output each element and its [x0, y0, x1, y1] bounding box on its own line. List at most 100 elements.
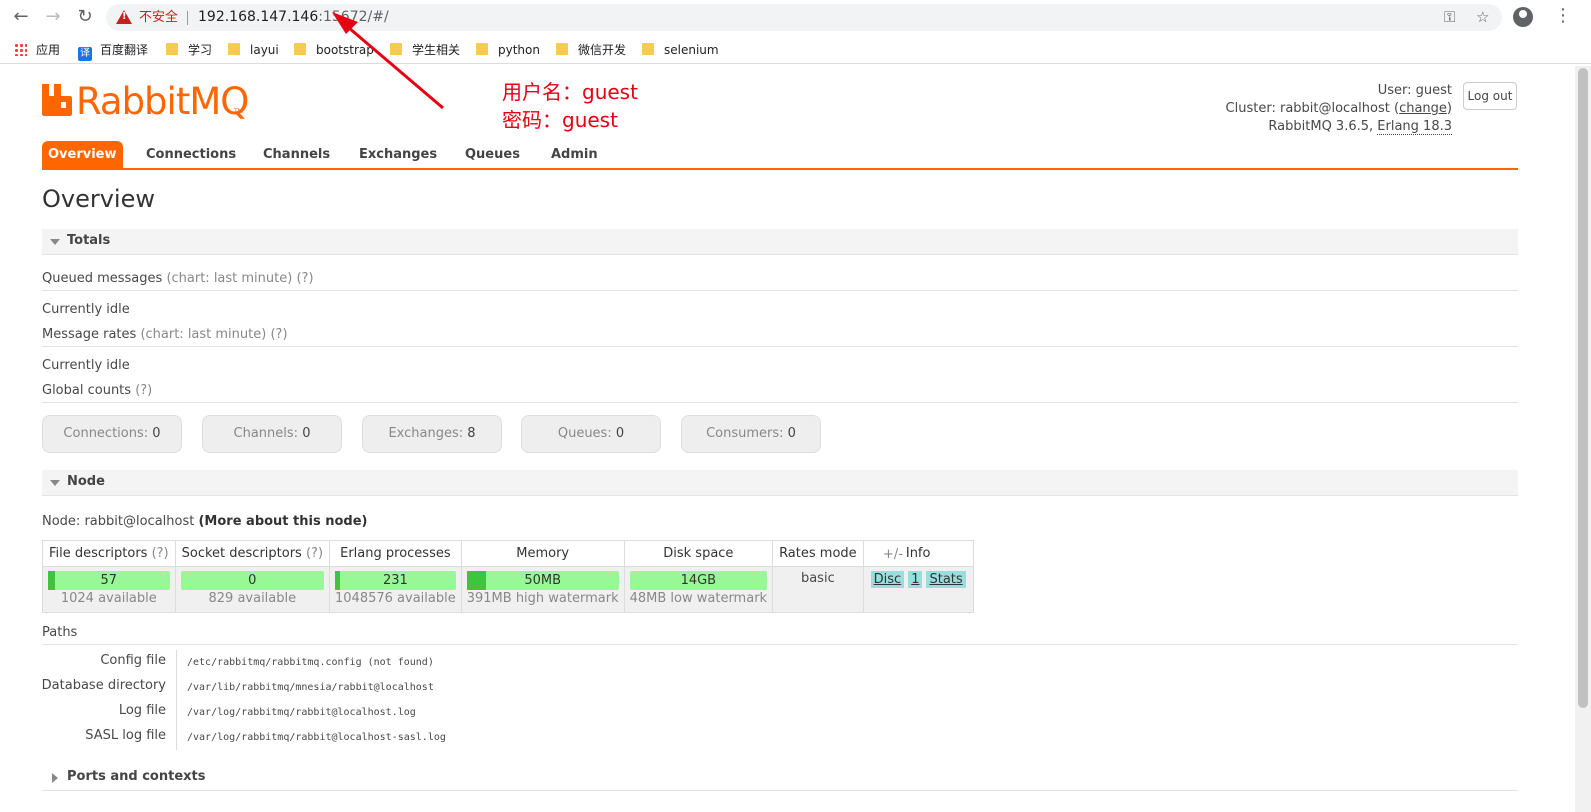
memory-cell: 50MB 391MB high watermark: [460, 566, 625, 613]
star-icon[interactable]: ☆: [1476, 4, 1489, 31]
path-value: /var/log/rabbitmq/rabbit@localhost-sasl.…: [176, 725, 446, 750]
logo-text: RabbitMQ: [76, 80, 249, 123]
queued-idle-text: Currently idle: [42, 302, 130, 317]
count-connections-button[interactable]: Connections: 0: [42, 415, 182, 453]
change-cluster-link[interactable]: change: [1399, 101, 1447, 116]
bar-fill: [466, 571, 487, 590]
menu-kebab-icon[interactable]: ⋮: [1554, 5, 1572, 26]
bookmark-label: 应用: [36, 43, 61, 57]
forward-arrow-icon[interactable]: →: [42, 6, 64, 28]
browser-toolbar: ← → ↻ 不安全 192.168.147.146:15672/#/ ⚿ ☆ ⋮: [0, 0, 1591, 34]
count-value: 8: [467, 426, 476, 441]
rabbitmq-page: RabbitMQ TM 用户名：guest 密码：guest User: gue…: [0, 12, 1575, 812]
collapse-triangle-icon: [50, 239, 60, 245]
collapse-triangle-icon: [50, 480, 60, 486]
count-channels-button[interactable]: Channels: 0: [202, 415, 342, 453]
url-host: 192.168.147.146: [198, 9, 319, 25]
help-link[interactable]: (?): [152, 546, 169, 561]
col-rates-mode: Rates mode: [772, 540, 864, 567]
global-counts-heading: Global counts (?): [42, 383, 1518, 403]
address-bar[interactable]: 不安全 192.168.147.146:15672/#/ ⚿ ☆: [106, 4, 1502, 31]
col-erlang-processes: Erlang processes: [329, 540, 462, 567]
watermark-text: 391MB high watermark: [466, 591, 619, 606]
more-about-node-link[interactable]: (More about this node): [198, 514, 367, 529]
apps-grid-icon: [14, 43, 27, 56]
profile-avatar-icon[interactable]: [1513, 7, 1533, 27]
count-value: 0: [787, 426, 796, 441]
path-key: Log file: [118, 703, 166, 718]
bookmark-baidu-translate[interactable]: 译百度翻译: [78, 41, 149, 61]
count-label: Queues:: [557, 426, 612, 441]
logo-trademark: TM: [234, 108, 243, 115]
disk-space-cell: 14GB 48MB low watermark: [623, 566, 774, 613]
annotation-arrow: [332, 12, 444, 110]
bar-fill: [335, 571, 340, 590]
node-stats-table: File descriptors (?) Socket descriptors …: [42, 540, 974, 613]
bar-value: 14GB: [680, 573, 717, 588]
help-link[interactable]: (?): [135, 383, 152, 398]
back-arrow-icon[interactable]: ←: [10, 6, 32, 28]
count-label: Exchanges:: [388, 426, 464, 441]
path-row: Log file/var/log/rabbitmq/rabbit@localho…: [42, 700, 642, 725]
bar-value: 0: [248, 573, 257, 588]
path-key: Config file: [100, 653, 166, 668]
section-totals-header[interactable]: Totals: [42, 229, 1518, 255]
bookmark-folder[interactable]: 学习: [166, 41, 212, 59]
socket-descriptors-cell: 0 829 available: [174, 566, 331, 613]
heading-label: Message rates: [42, 327, 137, 342]
folder-icon: [228, 43, 240, 55]
col-info: Info: [862, 540, 974, 567]
count-label: Channels:: [233, 426, 299, 441]
count-badge[interactable]: 1: [908, 571, 923, 588]
vertical-scrollbar[interactable]: [1575, 66, 1591, 812]
path-key: Database directory: [41, 678, 166, 693]
bookmark-label: 百度翻译: [100, 43, 149, 57]
help-link[interactable]: (?): [270, 327, 287, 342]
logout-button[interactable]: Log out: [1463, 82, 1517, 110]
section-ports-header[interactable]: Ports and contexts: [42, 765, 1518, 791]
reload-icon[interactable]: ↻: [74, 6, 96, 28]
message-rates-heading: Message rates (chart: last minute) (?): [42, 327, 1518, 347]
annotation-password: 密码：guest: [502, 108, 618, 132]
key-icon[interactable]: ⚿: [1444, 4, 1455, 31]
file-descriptors-bar: 57: [48, 571, 170, 590]
tab-connections[interactable]: Connections: [140, 141, 242, 168]
rates-idle-text: Currently idle: [42, 358, 130, 373]
path-row: Config file/etc/rabbitmq/rabbitmq.config…: [42, 650, 642, 675]
page-title: Overview: [42, 185, 155, 213]
user-value: guest: [1415, 83, 1452, 98]
tab-overview[interactable]: Overview: [42, 141, 123, 168]
tab-exchanges[interactable]: Exchanges: [353, 141, 443, 168]
bookmark-label: 学习: [188, 43, 213, 57]
disc-badge[interactable]: Disc: [870, 571, 905, 588]
stats-badge[interactable]: Stats: [926, 571, 966, 588]
scrollbar-thumb[interactable]: [1578, 68, 1588, 708]
heading-label: Global counts: [42, 383, 132, 398]
rates-mode-cell: basic: [772, 566, 864, 613]
folder-icon: [294, 43, 306, 55]
section-node-header[interactable]: Node: [42, 470, 1518, 496]
column-label: Socket descriptors: [181, 546, 302, 561]
count-queues-button[interactable]: Queues: 0: [521, 415, 661, 453]
paths-heading: Paths: [42, 625, 1518, 645]
watermark-text: 48MB low watermark: [629, 591, 768, 606]
bookmark-apps[interactable]: 应用: [14, 41, 60, 59]
queued-messages-heading: Queued messages (chart: last minute) (?): [42, 271, 1518, 291]
chart-range-link[interactable]: (chart: last minute): [140, 327, 266, 342]
help-link[interactable]: (?): [306, 546, 323, 561]
count-exchanges-button[interactable]: Exchanges: 8: [362, 415, 502, 453]
col-memory: Memory: [460, 540, 625, 567]
chart-range-link[interactable]: (chart: last minute): [166, 271, 292, 286]
count-consumers-button[interactable]: Consumers: 0: [681, 415, 821, 453]
info-cell: Disc 1 Stats: [862, 566, 974, 613]
help-link[interactable]: (?): [296, 271, 313, 286]
path-row: SASL log file/var/log/rabbitmq/rabbit@lo…: [42, 725, 642, 750]
tab-admin[interactable]: Admin: [545, 141, 604, 168]
bookmark-folder[interactable]: layui: [228, 41, 279, 59]
available-text: 1048576 available: [335, 591, 456, 606]
col-socket-descriptors: Socket descriptors (?): [174, 540, 331, 567]
path-key: SASL log file: [85, 728, 166, 743]
columns-toggle-link[interactable]: +/-: [883, 547, 903, 562]
tab-channels[interactable]: Channels: [257, 141, 336, 168]
tab-queues[interactable]: Queues: [459, 141, 526, 168]
